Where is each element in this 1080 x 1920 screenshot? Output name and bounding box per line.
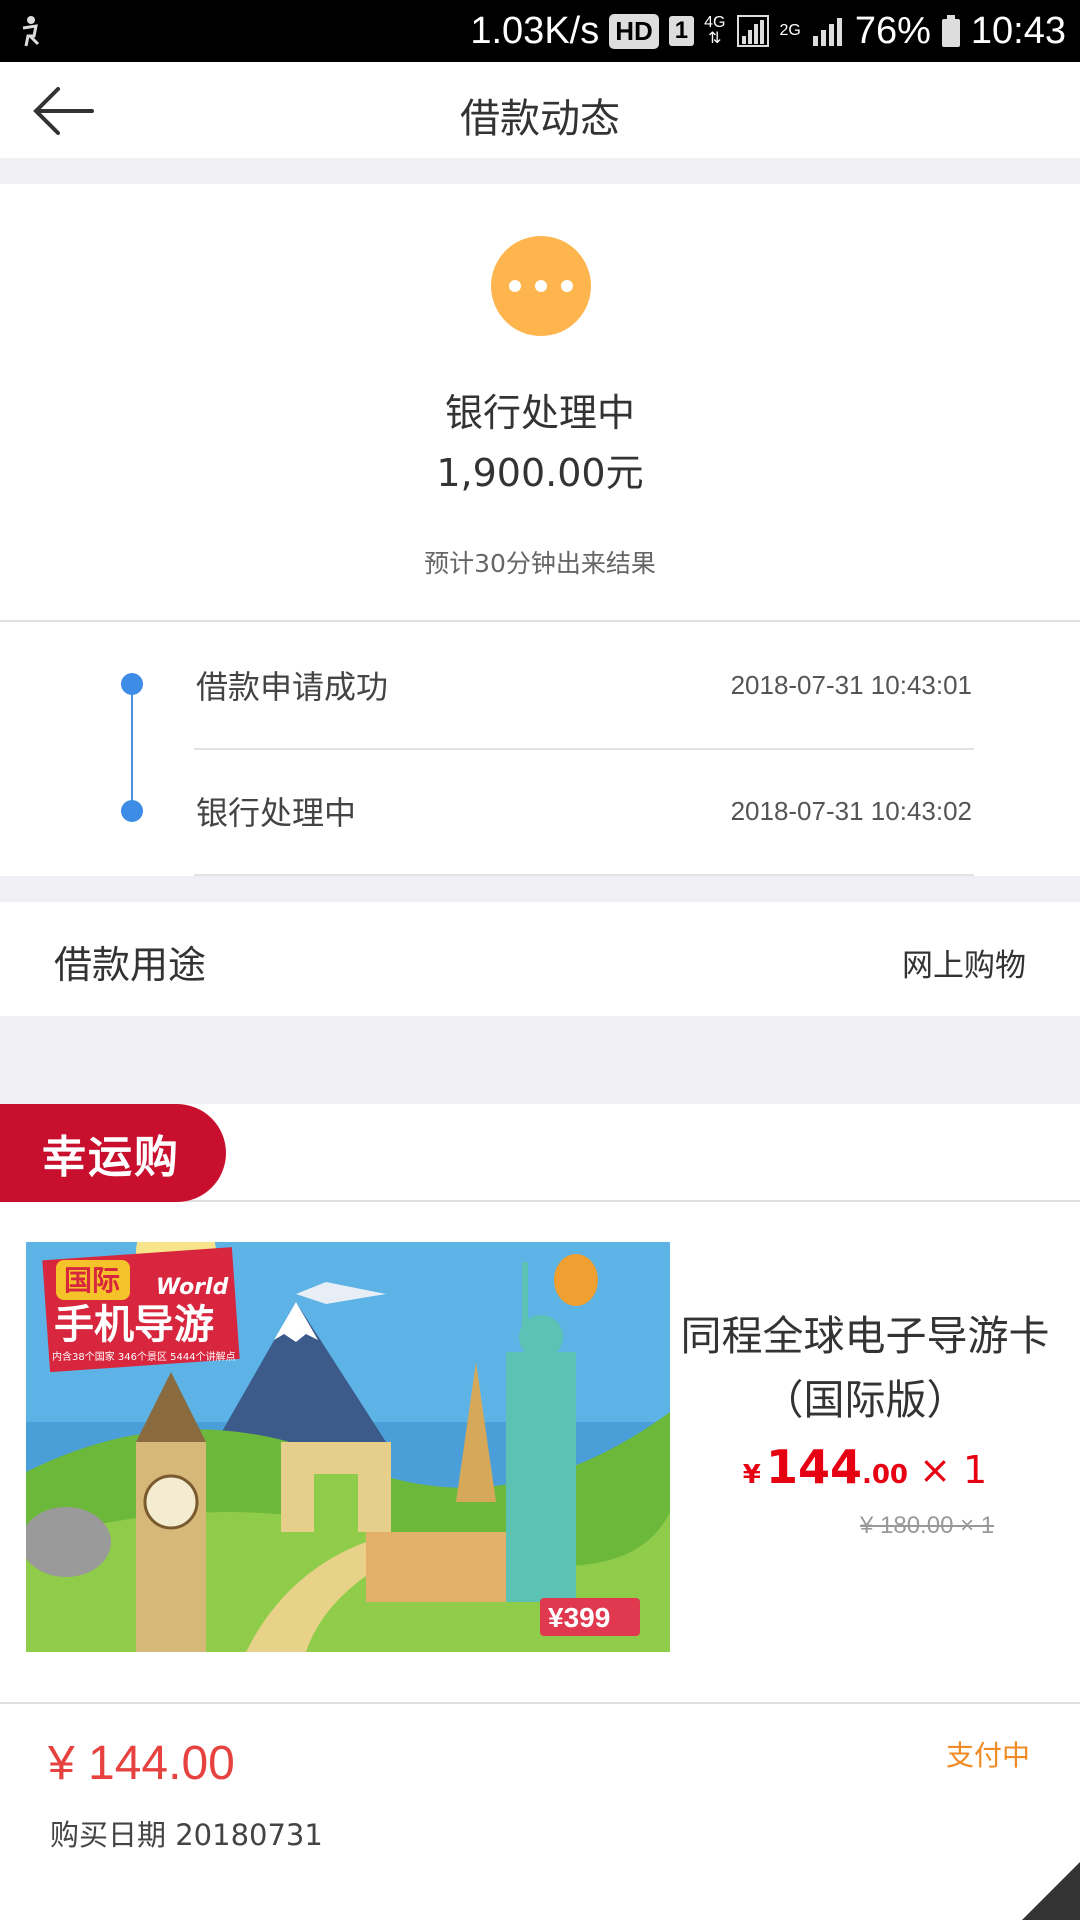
order-summary: ¥ 144.00 购买日期 20180731 支付中 [0,1706,1080,1920]
status-bar: 1.03K/s HD 1 4G ⇅ 2G 76% 10:43 [0,0,1080,62]
loan-status-card: 银行处理中 1,900.00元 预计30分钟出来结果 [0,184,1080,622]
timeline-divider [194,748,974,750]
product-price: ¥ 144.00 × 1 [680,1440,1050,1494]
network-type-2: 2G [779,22,801,39]
section-divider [0,158,1080,184]
notification-icon [22,16,40,47]
image-title: 手机导游 [54,1302,214,1348]
processing-icon [491,236,591,336]
battery-icon [941,15,960,47]
purchase-date: 购买日期 20180731 [50,1818,323,1852]
eta-hint: 预计30分钟出来结果 [424,549,656,578]
product-name[interactable]: 同程全球电子导游卡（国际版） [680,1304,1050,1432]
section-divider [0,876,1080,902]
timeline-dot [121,673,143,695]
loan-purpose-row: 借款用途 网上购物 [0,902,1080,1016]
section-divider [0,1016,1080,1104]
nav-header: 借款动态 [0,62,1080,158]
purpose-value: 网上购物 [902,948,1026,984]
sim-badge: 1 [668,16,695,46]
status-label: 银行处理中 [444,391,635,435]
network-type: 4G ⇅ [704,14,726,47]
image-price-tag: ¥399 [548,1602,610,1633]
timeline-dot [121,800,143,822]
timeline-step-label: 银行处理中 [196,794,357,832]
net-speed: 1.03K/s [470,9,600,52]
image-badge-en: World [156,1275,229,1300]
original-price: ¥ 180.00 × 1 [860,1512,995,1539]
price-currency: ¥ [742,1460,761,1490]
image-subtitle: 内含38个国家 346个景区 5444个讲解点 [52,1350,236,1363]
clock: 10:43 [970,9,1066,52]
timeline-step-time: 2018-07-31 10:43:02 [730,796,972,826]
order-total: ¥ 144.00 [48,1737,235,1790]
product-card[interactable]: 国际 World 手机导游 内含38个国家 346个景区 5444个讲解点 ¥3… [0,1204,1080,1704]
payment-status: 支付中 [945,1739,1030,1772]
travel-illustration: 国际 World 手机导游 内含38个国家 346个景区 5444个讲解点 ¥3… [26,1242,670,1652]
purpose-label: 借款用途 [54,943,207,987]
loan-amount: 1,900.00元 [436,451,644,495]
hd-badge: HD [609,13,659,49]
signal-icon-2 [812,18,842,46]
lucky-buy-header: 幸运购 [0,1104,1080,1202]
price-decimal: .00 [861,1460,909,1490]
timeline-line [131,684,133,812]
product-image[interactable]: 国际 World 手机导游 内含38个国家 346个景区 5444个讲解点 ¥3… [26,1242,670,1652]
signal-icon [736,15,769,47]
progress-timeline: 借款申请成功 2018-07-31 10:43:01 银行处理中 2018-07… [0,624,1080,876]
image-badge-cn: 国际 [64,1264,120,1297]
corner-fold-icon [1022,1862,1080,1920]
price-quantity: × 1 [919,1448,988,1492]
battery-percent: 76% [854,9,931,52]
price-integer: 144 [765,1440,862,1494]
page-title: 借款动态 [460,96,620,142]
timeline-step-time: 2018-07-31 10:43:01 [730,670,972,700]
timeline-step-label: 借款申请成功 [196,668,389,706]
lucky-buy-tag: 幸运购 [0,1104,226,1202]
